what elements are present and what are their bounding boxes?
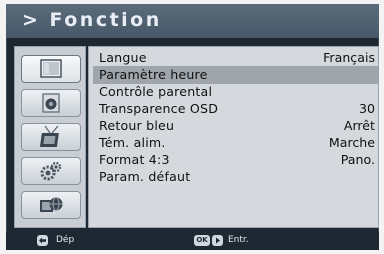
sidebar-item-channels[interactable] [21, 123, 81, 151]
menu-item-value: Pano. [340, 152, 375, 167]
menu-item-controle-parental[interactable]: Contrôle parental [93, 83, 378, 101]
sidebar-item-settings[interactable] [21, 191, 81, 219]
gears-icon [40, 161, 62, 181]
menu-item-label: Langue [99, 50, 147, 65]
menu-item-retour-bleu[interactable]: Retour bleu Arrêt [93, 117, 378, 135]
back-hint-label: Dép [56, 235, 75, 245]
ok-key-icon: OK [194, 235, 210, 246]
menu-item-label: Contrôle parental [99, 84, 213, 99]
antenna-icon [39, 125, 59, 147]
category-sidebar [14, 46, 86, 228]
back-key-icon [37, 235, 48, 246]
tv-screen-icon [40, 59, 62, 78]
menu-item-label: Tém. alim. [99, 135, 166, 150]
menu-item-label: Transparence OSD [99, 101, 219, 116]
menu-item-format-4-3[interactable]: Format 4:3 Pano. [93, 151, 378, 169]
right-arrow-key-icon [212, 235, 223, 246]
menu-item-value: 30 [358, 101, 375, 116]
menu-item-label: Paramètre heure [99, 67, 208, 82]
menu-panel: Langue Français Paramètre heure Contrôle… [88, 46, 379, 228]
enter-hint-label: Entr. [228, 235, 249, 245]
menu-item-value: Français [323, 50, 375, 65]
key-hint-bar: Dép OK Entr. [6, 232, 379, 250]
menu-item-label: Param. défaut [99, 169, 191, 184]
menu-item-label: Format 4:3 [99, 152, 170, 167]
osd-screen: > Fonction Langue Français Paramètre heu… [0, 0, 384, 254]
menu-item-langue[interactable]: Langue Français [93, 49, 378, 67]
tv-globe-icon [40, 197, 63, 212]
sidebar-item-function[interactable] [21, 157, 81, 185]
menu-title: > Fonction [22, 9, 162, 31]
speaker-icon [42, 93, 60, 113]
menu-item-value: Arrêt [343, 118, 375, 133]
menu-item-param-defaut[interactable]: Param. défaut [93, 168, 378, 186]
menu-item-value: Marche [328, 135, 375, 150]
sidebar-item-picture[interactable] [21, 55, 81, 83]
menu-item-transparence-osd[interactable]: Transparence OSD 30 [93, 100, 378, 118]
menu-item-parametre-heure[interactable]: Paramètre heure [93, 66, 378, 84]
sidebar-item-sound[interactable] [21, 89, 81, 117]
menu-item-label: Retour bleu [99, 118, 175, 133]
menu-item-tem-alim[interactable]: Tém. alim. Marche [93, 134, 378, 152]
menu-header: > Fonction [6, 4, 379, 38]
